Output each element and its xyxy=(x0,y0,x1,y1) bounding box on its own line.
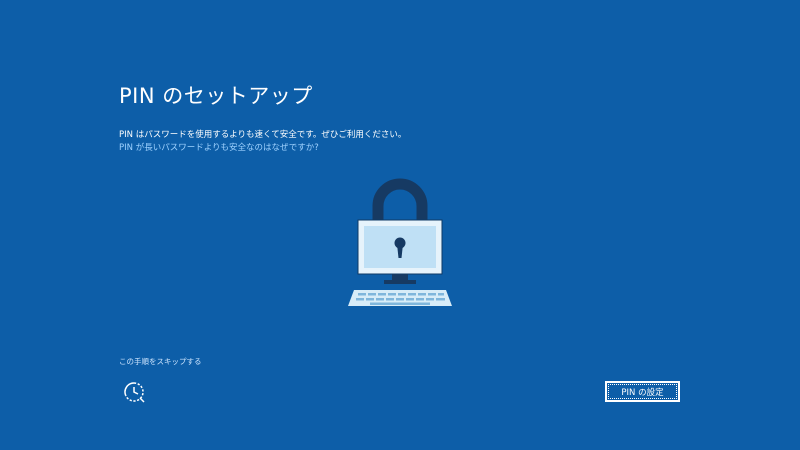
lock-computer-icon xyxy=(340,178,460,310)
description-text: PIN はパスワードを使用するよりも速くて安全です。ぜひご利用ください。 xyxy=(119,130,407,140)
set-pin-button-label: PIN の設定 xyxy=(621,387,664,398)
set-pin-button[interactable]: PIN の設定 xyxy=(605,381,680,402)
page-title: PIN のセットアップ xyxy=(119,84,313,108)
why-pin-safer-link[interactable]: PIN が長いパスワードよりも安全なのはなぜですか? xyxy=(119,141,319,153)
skip-step-link[interactable]: この手順をスキップする xyxy=(119,356,202,367)
ease-of-access-icon[interactable] xyxy=(122,380,146,404)
pin-setup-screen: PIN のセットアップ PIN はパスワードを使用するよりも速くて安全です。ぜひ… xyxy=(0,0,800,450)
